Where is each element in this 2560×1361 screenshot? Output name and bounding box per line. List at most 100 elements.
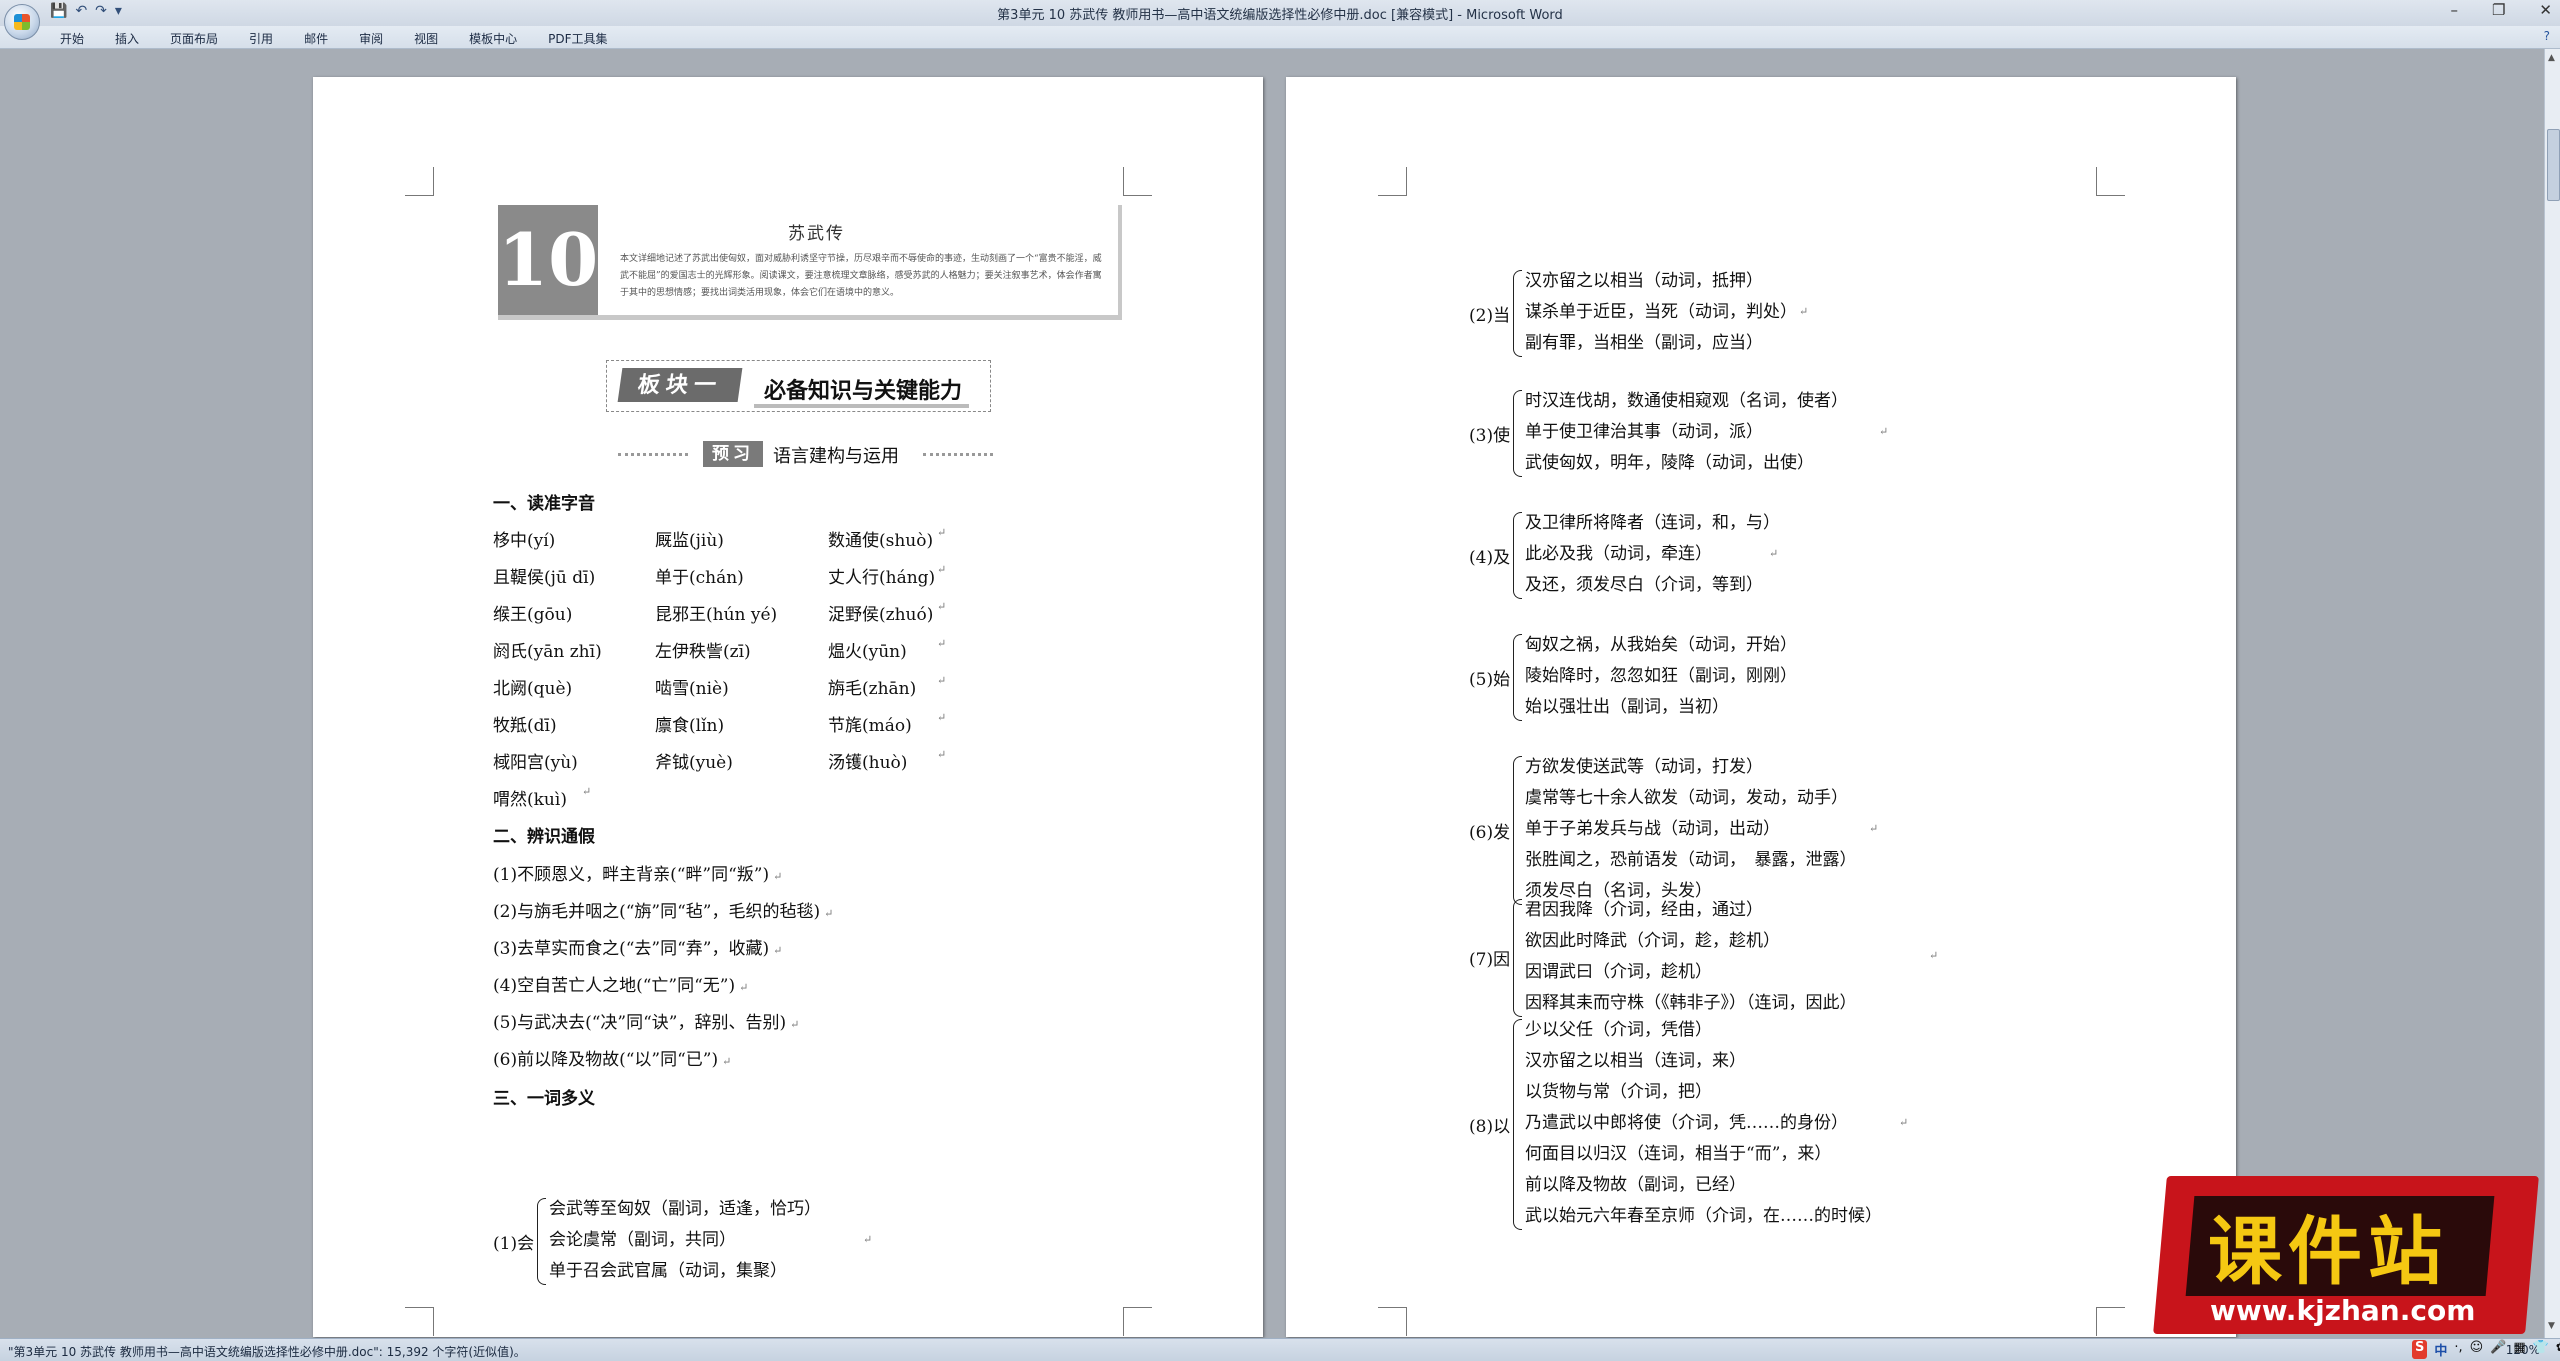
preview-tag: 预习 bbox=[703, 441, 763, 467]
microphone-icon[interactable]: 🎤 bbox=[2490, 1340, 2506, 1359]
polysemy-item: 因谓武曰（介词，趁机） bbox=[1525, 962, 1712, 982]
scroll-down-arrow-icon[interactable]: ▼ bbox=[2548, 1321, 2555, 1331]
paragraph-mark: ↵ bbox=[790, 1018, 800, 1031]
scroll-thumb[interactable] bbox=[2547, 129, 2560, 201]
pron-item: 节旄(máo) bbox=[828, 716, 912, 736]
brace-bracket bbox=[1513, 634, 1522, 721]
polysemy-label: (7)因 bbox=[1469, 950, 1511, 970]
section-heading: 三、一词多义 bbox=[493, 1089, 595, 1109]
pron-item: 缑王(gōu) bbox=[493, 605, 573, 625]
minimize-button[interactable]: – bbox=[2450, 1, 2458, 19]
tab-page-layout[interactable]: 页面布局 bbox=[170, 30, 218, 47]
polysemy-items: 时汉连伐胡，数通使相窥观（名词，使者） 单于使卫律治其事（动词，派） 武使匈奴，明年… bbox=[1525, 386, 1848, 479]
punctuation-icon[interactable]: ·, bbox=[2454, 1340, 2462, 1359]
title-bar: 💾 ↶ ↷ ▾ 第3单元 10 苏武传 教师用书—高中语文统编版选择性必修中册.… bbox=[0, 0, 2560, 40]
document-page-1[interactable]: 10 苏武传 本文详细地记述了苏武出使匈奴，面对威胁利诱坚守节操，历尽艰辛而不辱… bbox=[313, 77, 1263, 1337]
window-controls: – ❐ ✕ bbox=[2450, 1, 2552, 19]
polysemy-items: 匈奴之祸，从我始矣（动词，开始） 陵始降时，忽忽如狂（副词，刚刚） 始以强壮出（副词… bbox=[1525, 630, 1797, 723]
module-banner: 板块一 必备知识与关键能力 bbox=[606, 360, 991, 414]
emoji-icon[interactable]: ☺ bbox=[2470, 1340, 2484, 1359]
crop-mark bbox=[405, 1307, 434, 1336]
paragraph-mark: ↵ bbox=[582, 785, 592, 798]
tab-review[interactable]: 审阅 bbox=[359, 30, 383, 47]
status-word-count[interactable]: "第3单元 10 苏武传 教师用书—高中语文统编版选择性必修中册.doc": 1… bbox=[8, 1343, 526, 1360]
pron-item: 啮雪(niè) bbox=[655, 679, 729, 699]
polysemy-item: 始以强壮出（副词，当初） bbox=[1525, 697, 1729, 717]
pron-item: 旃毛(zhān) bbox=[828, 679, 917, 699]
tab-mailings[interactable]: 邮件 bbox=[304, 30, 328, 47]
tongjia-text: (3)去草实而食之(“去”同“弆”，收藏) bbox=[493, 939, 770, 959]
tongjia-text: (5)与武决去(“决”同“诀”，辞别、告别) bbox=[493, 1013, 787, 1033]
paragraph-mark: ↵ bbox=[722, 1055, 732, 1068]
preview-banner: 预习 语言建构与运用 bbox=[618, 440, 1308, 470]
tongjia-text: (2)与旃毛并咽之(“旃”同“毡”，毛织的毡毯) bbox=[493, 902, 821, 922]
polysemy-item: 匈奴之祸，从我始矣（动词，开始） bbox=[1525, 635, 1797, 655]
polysemy-items: 及卫律所将降者（连词，和，与） 此必及我（动词，牵连） 及还，须发尽白（介词，等到） bbox=[1525, 508, 1780, 601]
ribbon-tabs: 开始 插入 页面布局 引用 邮件 审阅 视图 模板中心 PDF工具集 ? bbox=[0, 26, 2560, 49]
tab-pdf-tools[interactable]: PDF工具集 bbox=[548, 30, 607, 47]
sogou-logo-icon[interactable]: S bbox=[2412, 1340, 2428, 1359]
paragraph-mark: ↵ bbox=[937, 526, 947, 539]
polysemy-label: (6)发 bbox=[1469, 822, 1511, 843]
polysemy-item: 张胜闻之，恐前语发（动词， 暴露，泄露） bbox=[1525, 850, 1857, 870]
pron-item: 阏氏(yān zhī) bbox=[493, 642, 602, 662]
paragraph-mark: ↵ bbox=[773, 944, 783, 957]
lesson-header: 10 苏武传 本文详细地记述了苏武出使匈奴，面对威胁利诱坚守节操，历尽艰辛而不辱… bbox=[498, 205, 1122, 320]
restore-button[interactable]: ❐ bbox=[2492, 1, 2505, 19]
crop-mark bbox=[1123, 167, 1152, 196]
ime-language[interactable]: 中 bbox=[2434, 1340, 2447, 1359]
pron-item: 喟然(kuì) bbox=[493, 790, 567, 810]
brace-bracket bbox=[1513, 512, 1522, 599]
polysemy-label: (4)及 bbox=[1469, 547, 1511, 568]
toolbox-icon[interactable]: ✿ bbox=[2556, 1340, 2560, 1359]
tab-view[interactable]: 视图 bbox=[414, 30, 438, 47]
tab-template-center[interactable]: 模板中心 bbox=[469, 30, 517, 47]
office-button[interactable] bbox=[4, 4, 40, 40]
polysemy-items: 方欲发使送武等（动词，打发） 虞常等七十余人欲发（动词，发动，动手） 单于子弟发兵与… bbox=[1525, 752, 1857, 907]
tab-references[interactable]: 引用 bbox=[249, 30, 273, 47]
close-button[interactable]: ✕ bbox=[2539, 1, 2552, 19]
document-page-2[interactable]: (2)当 汉亦留之以相当（动词，抵押） 谋杀单于近臣，当死（动词，判处） 副有罪，当相… bbox=[1286, 77, 2236, 1337]
polysemy-item: 以货物与常（介词，把） bbox=[1525, 1082, 1712, 1102]
polysemy-label: (3)使 bbox=[1469, 425, 1511, 446]
tongjia-text: (6)前以降及物故(“以”同“已”) bbox=[493, 1050, 719, 1070]
polysemy-item: 及还，须发尽白（介词，等到） bbox=[1525, 575, 1763, 595]
tongjia-line: (4)空自苦亡人之地(“亡”同“无”) ↵ bbox=[493, 971, 748, 996]
scroll-up-arrow-icon[interactable]: ▲ bbox=[2548, 53, 2555, 63]
crop-mark bbox=[2096, 1307, 2125, 1336]
polysemy-item: 君因我降（介词，经由，通过） bbox=[1525, 900, 1763, 920]
brace-bracket bbox=[1513, 1019, 1522, 1230]
tongjia-line: (1)不顾恩义，畔主背亲(“畔”同“叛”) ↵ bbox=[493, 860, 782, 885]
watermark-logo: 课件站 www.kjzhan.com bbox=[2153, 1176, 2539, 1334]
paragraph-mark: ↵ bbox=[863, 1232, 873, 1246]
module-underline bbox=[754, 404, 969, 408]
paragraph-mark: ↵ bbox=[1769, 668, 1779, 682]
brace-bracket bbox=[1513, 756, 1522, 905]
paragraph-mark: ↵ bbox=[937, 711, 947, 724]
tab-home[interactable]: 开始 bbox=[60, 30, 84, 47]
help-icon[interactable]: ? bbox=[2544, 29, 2550, 43]
keyboard-icon[interactable]: ▦ bbox=[2513, 1340, 2525, 1359]
skin-icon[interactable]: 👕 bbox=[2533, 1340, 2549, 1359]
tab-insert[interactable]: 插入 bbox=[115, 30, 139, 47]
paragraph-mark: ↵ bbox=[1799, 304, 1809, 318]
pron-item: 左伊秩訾(zī) bbox=[655, 642, 751, 662]
pron-item: 且鞮侯(jū dī) bbox=[493, 568, 596, 588]
paragraph-mark: ↵ bbox=[937, 637, 947, 650]
polysemy-label: (2)当 bbox=[1469, 305, 1511, 326]
pron-item: 棫阳宫(yù) bbox=[493, 753, 578, 773]
tongjia-text: (1)不顾恩义，畔主背亲(“畔”同“叛”) bbox=[493, 865, 770, 885]
polysemy-item: 何面目以归汉（连词，相当于“而”，来） bbox=[1525, 1144, 1832, 1164]
lesson-title: 苏武传 bbox=[788, 224, 845, 244]
status-bar: "第3单元 10 苏武传 教师用书—高中语文统编版选择性必修中册.doc": 1… bbox=[0, 1338, 2560, 1361]
preview-title: 语言建构与运用 bbox=[773, 446, 899, 467]
paragraph-mark: ↵ bbox=[739, 981, 749, 994]
polysemy-item: 汉亦留之以相当（连词，来） bbox=[1525, 1051, 1746, 1071]
crop-mark bbox=[1123, 1307, 1152, 1336]
vertical-scrollbar[interactable]: ▲ ▼ bbox=[2544, 49, 2560, 1339]
crop-mark bbox=[1378, 1307, 1407, 1336]
ime-toolbar: S 中 ·, ☺ 🎤 ▦ 👕 ✿ bbox=[2412, 1340, 2560, 1359]
polysemy-item: 会论虞常（副词，共同） bbox=[549, 1230, 736, 1250]
polysemy-item: 会武等至匈奴（副词，适逢，恰巧） bbox=[549, 1199, 821, 1219]
pron-item: 丈人行(háng) bbox=[828, 568, 936, 588]
